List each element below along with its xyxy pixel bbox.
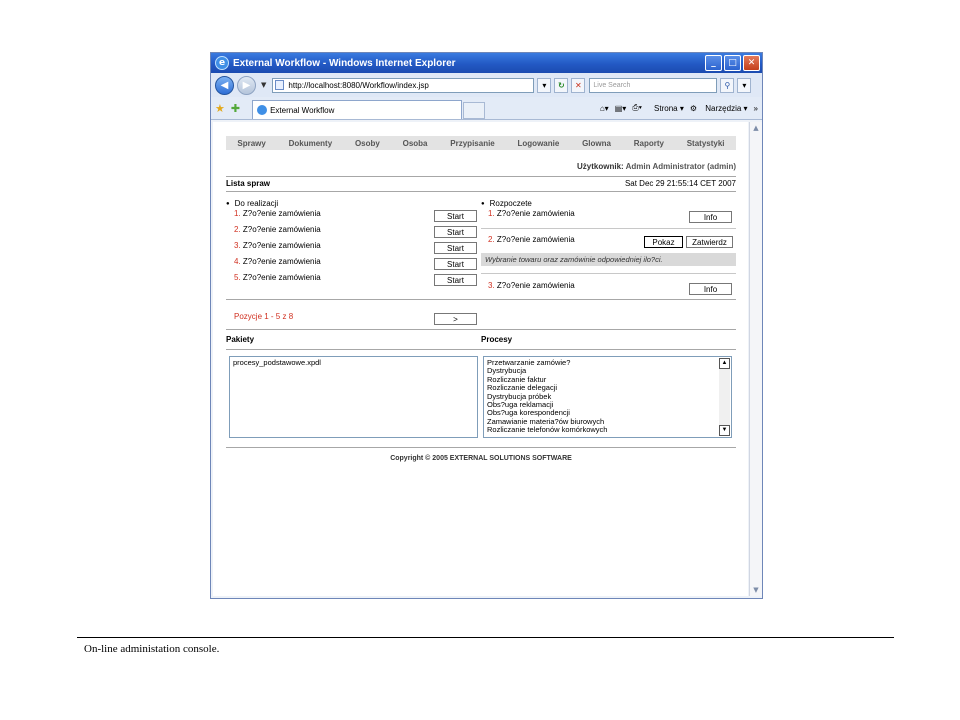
- more-chevron[interactable]: »: [754, 104, 758, 113]
- url-text: http://localhost:8080/Workflow/index.jsp: [288, 80, 429, 90]
- user-info: Użytkownik: Admin Administrator (admin): [577, 162, 736, 171]
- packages-listbox[interactable]: procesy_podstawowe.xpdl: [229, 356, 478, 438]
- next-page-button[interactable]: >: [434, 313, 477, 325]
- list-item[interactable]: 2. Z?o?enie zamówienia: [234, 225, 321, 234]
- info-button[interactable]: Info: [689, 211, 732, 223]
- caption-rule: [77, 637, 894, 638]
- tab-ie-icon: [257, 105, 268, 115]
- do-realizacji-heading: Do realizacji: [226, 199, 279, 208]
- scroll-up-icon[interactable]: ▲: [719, 358, 730, 369]
- divider: [226, 176, 736, 177]
- browser-tab[interactable]: External Workflow: [252, 100, 463, 119]
- copyright: Copyright © 2005 EXTERNAL SOLUTIONS SOFT…: [390, 455, 572, 462]
- page-icon: [275, 80, 285, 90]
- lista-title: Lista spraw: [226, 179, 271, 188]
- list-item[interactable]: 4. Z?o?enie zamówienia: [234, 257, 321, 266]
- search-placeholder: Live Search: [593, 81, 631, 89]
- procesy-title: Procesy: [481, 335, 513, 344]
- divider: [226, 329, 736, 330]
- search-button[interactable]: ⚲: [720, 77, 735, 93]
- scroll-up-icon[interactable]: ▲: [750, 122, 762, 134]
- list-item[interactable]: 3. Z?o?enie zamówienia: [488, 281, 575, 290]
- current-date: Sat Dec 29 21:55:14 CET 2007: [624, 179, 736, 188]
- ie-logo-icon: e: [215, 56, 229, 70]
- url-dropdown-button[interactable]: ▾: [537, 77, 552, 93]
- page-viewport: Sprawy Dokumenty Osoby Osoba Przypisanie…: [213, 122, 748, 596]
- browser-window: e External Workflow - Windows Internet E…: [210, 52, 763, 599]
- feeds-icon[interactable]: ▤▾: [615, 104, 627, 113]
- favorites-bar: ★ ✚ External Workflow ⌂▾ ▤▾ ⎙▾ Strona ▾ …: [211, 97, 762, 120]
- command-bar: ⌂▾ ▤▾ ⎙▾ Strona ▾ ⚙ Narzędzia ▾ »: [594, 103, 758, 113]
- home-icon[interactable]: ⌂▾: [600, 104, 609, 113]
- start-button[interactable]: Start: [434, 242, 477, 254]
- menu-item-osoby[interactable]: Osoby: [355, 139, 380, 148]
- menu-item-osoba[interactable]: Osoba: [403, 139, 428, 148]
- start-button[interactable]: Start: [434, 226, 477, 238]
- print-icon[interactable]: ⎙▾: [632, 103, 642, 113]
- divider: [481, 228, 736, 229]
- history-dropdown-icon[interactable]: ▼: [261, 81, 266, 89]
- figure-caption: On-line administation console.: [84, 643, 220, 655]
- search-input[interactable]: Live Search: [589, 77, 718, 93]
- menu-item-statystyki[interactable]: Statystyki: [687, 139, 725, 148]
- list-item[interactable]: 1. Z?o?enie zamówienia: [488, 209, 575, 218]
- listbox-scrollbar[interactable]: ▲ ▼: [719, 358, 730, 436]
- list-item[interactable]: 3. Z?o?enie zamówienia: [234, 241, 321, 250]
- tab-title: External Workflow: [270, 105, 335, 115]
- minimize-button[interactable]: _: [705, 55, 722, 71]
- refresh-button[interactable]: ↻: [554, 77, 569, 93]
- add-favorite-icon[interactable]: ✚: [231, 102, 240, 115]
- user-label: Użytkownik:: [577, 162, 624, 171]
- title-bar: e External Workflow - Windows Internet E…: [211, 53, 762, 73]
- start-button[interactable]: Start: [434, 274, 477, 286]
- menu-item-dokumenty[interactable]: Dokumenty: [289, 139, 333, 148]
- tools-menu[interactable]: ⚙ Narzędzia ▾: [690, 104, 748, 113]
- menu-item-sprawy[interactable]: Sprawy: [237, 139, 265, 148]
- back-button[interactable]: ◀: [215, 75, 234, 95]
- list-item[interactable]: 5. Z?o?enie zamówienia: [234, 273, 321, 282]
- task-details: Wybranie towaru oraz zamówinie odpowiedn…: [481, 253, 736, 266]
- favorites-star-icon[interactable]: ★: [215, 102, 225, 115]
- pagination-text: Pozycje 1 - 5 z 8: [234, 312, 294, 321]
- stop-button[interactable]: ✕: [571, 77, 586, 93]
- search-options-button[interactable]: ▾: [737, 77, 752, 93]
- divider: [226, 191, 736, 192]
- processes-listbox[interactable]: Przetwarzanie zamówie? Dystrybucja Rozli…: [483, 356, 732, 438]
- maximize-button[interactable]: □: [724, 55, 741, 71]
- confirm-button[interactable]: Zatwierdz: [686, 236, 733, 248]
- page-scrollbar[interactable]: ▲ ▼: [749, 122, 762, 596]
- package-item[interactable]: procesy_podstawowe.xpdl: [233, 358, 474, 367]
- new-tab-button[interactable]: [463, 102, 486, 119]
- user-name: Admin Administrator (admin): [625, 162, 736, 171]
- forward-button[interactable]: ▶: [237, 75, 256, 95]
- divider: [226, 299, 736, 300]
- url-input[interactable]: http://localhost:8080/Workflow/index.jsp: [272, 77, 535, 93]
- page-menu[interactable]: Strona ▾: [648, 104, 684, 113]
- divider: [481, 273, 736, 274]
- main-menu: Sprawy Dokumenty Osoby Osoba Przypisanie…: [226, 136, 736, 150]
- menu-item-glowna[interactable]: Glowna: [582, 139, 611, 148]
- scroll-down-icon[interactable]: ▼: [719, 425, 730, 436]
- process-item[interactable]: Rozliczanie telefonów komórkowych: [487, 425, 728, 434]
- pakiety-title: Pakiety: [226, 335, 255, 344]
- show-button[interactable]: Pokaz: [644, 236, 683, 248]
- rozpoczete-heading: Rozpoczete: [481, 199, 532, 208]
- start-button[interactable]: Start: [434, 210, 477, 222]
- menu-item-raporty[interactable]: Raporty: [634, 139, 664, 148]
- address-bar: ◀ ▶ ▼ http://localhost:8080/Workflow/ind…: [211, 73, 762, 97]
- divider: [226, 349, 736, 350]
- divider: [226, 447, 736, 448]
- scroll-down-icon[interactable]: ▼: [750, 584, 762, 596]
- start-button[interactable]: Start: [434, 258, 477, 270]
- menu-item-przypisanie[interactable]: Przypisanie: [450, 139, 494, 148]
- close-button[interactable]: ✕: [743, 55, 760, 71]
- list-item[interactable]: 2. Z?o?enie zamówienia: [488, 235, 575, 244]
- menu-item-logowanie[interactable]: Logowanie: [518, 139, 560, 148]
- window-title: External Workflow - Windows Internet Exp…: [233, 57, 456, 69]
- info-button[interactable]: Info: [689, 283, 732, 295]
- list-item[interactable]: 1. Z?o?enie zamówienia: [234, 209, 321, 218]
